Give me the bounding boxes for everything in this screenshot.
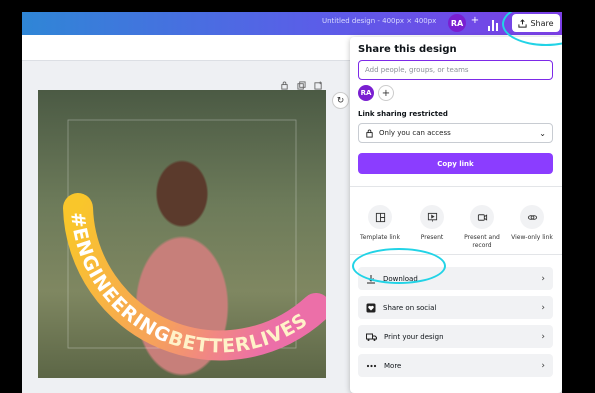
more-dots-icon [366, 364, 377, 367]
chevron-right-icon: › [541, 302, 545, 313]
view-only-link-action[interactable]: View-only link [506, 205, 558, 242]
invite-plus-button[interactable]: + [468, 15, 482, 31]
print-design-option[interactable]: Print your design › [358, 325, 553, 348]
insights-icon[interactable] [488, 15, 500, 31]
share-panel: Share this design RA + Link sharing rest… [350, 37, 562, 393]
add-collaborator-button[interactable]: + [378, 85, 394, 101]
template-link-label: Template link [360, 234, 400, 241]
access-level-value: Only you can access [379, 129, 451, 137]
user-avatar[interactable]: RA [448, 14, 466, 32]
view-only-link-label: View-only link [511, 234, 553, 241]
canva-editor: Untitled design - 400px × 400px RA + Sha… [22, 12, 562, 393]
page-controls [280, 75, 323, 90]
add-page-icon[interactable] [314, 75, 323, 90]
more-option[interactable]: More › [358, 354, 553, 377]
frame-text-engineering: #ENGINEERING [66, 211, 173, 347]
lock-icon[interactable] [280, 75, 289, 90]
frame-overlay: #ENGINEERINGBETTERLIVES [63, 119, 326, 361]
heart-icon [366, 303, 376, 312]
link-restriction-label: Link sharing restricted [358, 110, 448, 118]
present-icon [420, 205, 444, 229]
duplicate-icon[interactable] [297, 75, 306, 90]
chevron-down-icon: ⌄ [539, 128, 546, 138]
frame-text: #ENGINEERINGBETTERLIVES [66, 211, 311, 358]
divider [350, 186, 562, 187]
lock-icon [366, 129, 373, 138]
view-only-link-icon [520, 205, 544, 229]
chevron-right-icon: › [541, 331, 545, 342]
copy-link-button[interactable]: Copy link [358, 153, 553, 174]
share-on-social-label: Share on social [383, 303, 437, 312]
present-action[interactable]: Present [406, 205, 458, 242]
present-record-icon [470, 205, 494, 229]
top-bar: Untitled design - 400px × 400px RA + Sha… [22, 12, 562, 35]
share-panel-title: Share this design [358, 44, 457, 55]
add-people-input[interactable] [358, 60, 553, 80]
present-label: Present [420, 234, 444, 241]
download-highlight-circle [352, 248, 446, 284]
access-level-select[interactable]: Only you can access ⌄ [358, 123, 553, 143]
collaborator-avatar[interactable]: RA [358, 85, 374, 101]
present-record-action[interactable]: Present and record [456, 205, 508, 250]
chevron-right-icon: › [541, 360, 545, 371]
design-canvas[interactable]: #ENGINEERINGBETTERLIVES [38, 90, 326, 378]
chevron-right-icon: › [541, 273, 545, 284]
template-link-action[interactable]: Template link [354, 205, 406, 242]
share-on-social-option[interactable]: Share on social › [358, 296, 553, 319]
refresh-icon[interactable]: ↻ [332, 92, 349, 109]
print-design-label: Print your design [384, 332, 444, 341]
selection-guide [67, 119, 297, 349]
truck-icon [366, 333, 377, 341]
more-label: More [384, 361, 402, 370]
present-record-label: Present and record [464, 234, 500, 249]
template-link-icon [368, 205, 392, 229]
design-title[interactable]: Untitled design - 400px × 400px [322, 17, 436, 25]
